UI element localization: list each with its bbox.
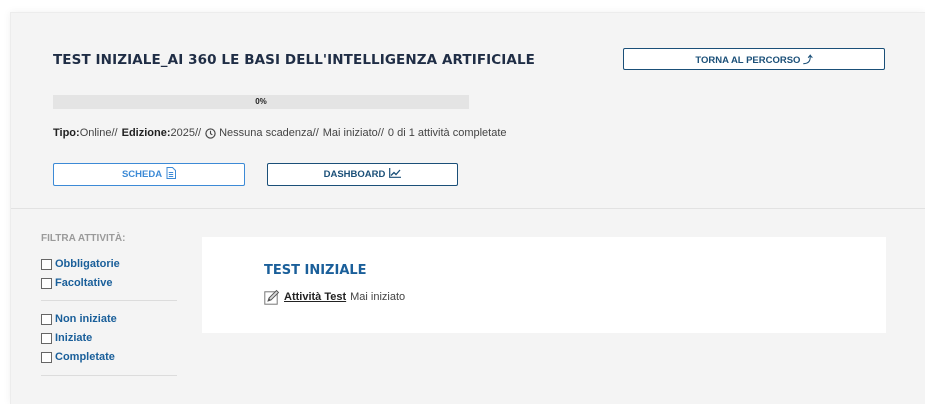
scheda-label: SCHEDA bbox=[121, 169, 163, 180]
checkbox[interactable] bbox=[41, 277, 52, 289]
filter-iniziate[interactable]: Iniziate bbox=[41, 332, 92, 344]
filter-title: FILTRA ATTIVITÀ: bbox=[41, 233, 126, 244]
back-to-path-button[interactable]: TORNA AL PERCORSO ⤴ bbox=[623, 48, 885, 70]
stato-text: Mai iniziato// bbox=[322, 127, 384, 139]
activity-link[interactable]: Attività Test bbox=[284, 291, 346, 303]
edit-icon bbox=[264, 289, 280, 305]
filter-label: Iniziate bbox=[55, 332, 93, 344]
activity-status: Mai iniziato bbox=[350, 291, 406, 303]
progress-label: 0% bbox=[255, 97, 267, 106]
filter-label: Completate bbox=[55, 351, 115, 363]
checkbox[interactable] bbox=[41, 313, 52, 325]
checkbox[interactable] bbox=[41, 332, 52, 344]
filter-non-iniziate[interactable]: Non iniziate bbox=[41, 313, 117, 325]
scheda-button[interactable]: SCHEDA bbox=[53, 163, 245, 186]
course-panel: TEST INIZIALE_AI 360 LE BASI DELL'INTELL… bbox=[10, 12, 925, 404]
filter-completate[interactable]: Completate bbox=[41, 351, 115, 363]
filter-label: Obbligatorie bbox=[55, 258, 120, 270]
document-icon bbox=[166, 167, 177, 182]
filter-divider bbox=[41, 300, 177, 301]
page-title: TEST INIZIALE_AI 360 LE BASI DELL'INTELL… bbox=[53, 52, 535, 68]
activity-row: Attività Test Mai iniziato bbox=[264, 289, 405, 305]
section-divider bbox=[11, 208, 925, 209]
edizione-value: 2025// bbox=[170, 127, 202, 139]
dashboard-label: DASHBOARD bbox=[323, 169, 386, 180]
chart-icon bbox=[389, 168, 402, 181]
tipo-label: Tipo: bbox=[53, 127, 80, 139]
card-title: TEST INIZIALE bbox=[264, 263, 367, 278]
filter-facoltative[interactable]: Facoltative bbox=[41, 277, 112, 289]
checkbox[interactable] bbox=[41, 351, 52, 363]
progress-bar: 0% bbox=[53, 95, 469, 109]
checkbox[interactable] bbox=[41, 258, 52, 270]
filter-divider bbox=[41, 375, 177, 376]
clock-icon bbox=[205, 127, 216, 139]
completate-text: 0 di 1 attività completate bbox=[387, 127, 507, 139]
filter-label: Non iniziate bbox=[55, 313, 117, 325]
course-meta: Tipo: Online// Edizione: 2025// Nessuna … bbox=[53, 127, 507, 139]
dashboard-button[interactable]: DASHBOARD bbox=[267, 163, 458, 186]
scadenza-text: Nessuna scadenza// bbox=[219, 127, 319, 139]
edizione-label: Edizione: bbox=[121, 127, 171, 139]
tipo-value: Online// bbox=[79, 127, 118, 139]
back-to-path-label: TORNA AL PERCORSO ⤴ bbox=[695, 55, 813, 66]
activity-card: TEST INIZIALE Attività Test Mai iniziato bbox=[202, 237, 886, 333]
filter-label: Facoltative bbox=[55, 277, 113, 289]
filter-obbligatorie[interactable]: Obbligatorie bbox=[41, 258, 120, 270]
